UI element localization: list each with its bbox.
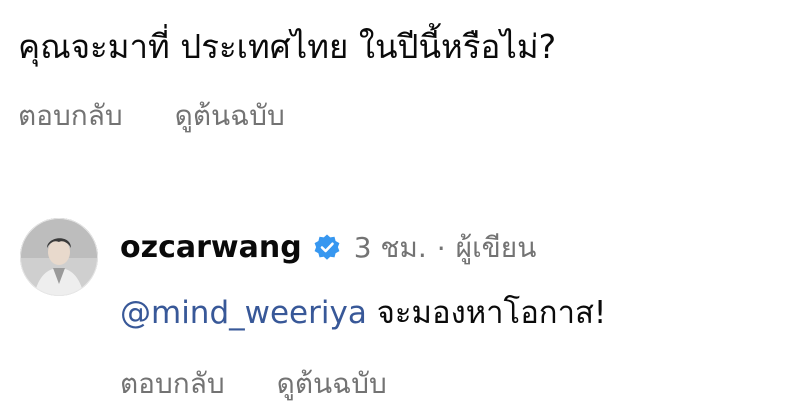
mention-link[interactable]: @mind_weeriya: [120, 295, 367, 331]
reply-button[interactable]: ตอบกลับ: [18, 96, 123, 136]
reply-header: ozcarwang 3 ชม. · ผู้เขียน: [120, 226, 536, 270]
verified-badge-icon: [312, 233, 342, 263]
parent-comment-actions: ตอบกลับ ดูต้นฉบับ: [18, 96, 285, 136]
author-tag: ผู้เขียน: [455, 231, 537, 264]
reply-body: จะมองหาโอกาส!: [366, 295, 607, 331]
avatar-photo: [20, 218, 98, 296]
username[interactable]: ozcarwang: [120, 226, 302, 270]
meta-separator: ·: [436, 231, 446, 265]
avatar[interactable]: [20, 218, 98, 296]
see-translation-button[interactable]: ดูต้นฉบับ: [277, 364, 387, 404]
timestamp: 3 ชม.: [353, 231, 427, 264]
reply-text: @mind_weeriya จะมองหาโอกาส!: [120, 290, 606, 336]
reply-button[interactable]: ตอบกลับ: [120, 364, 225, 404]
parent-comment-text: คุณจะมาที่ ประเทศไทย ในปีนี้หรือไม่?: [18, 27, 557, 66]
reply-comment-actions: ตอบกลับ ดูต้นฉบับ: [120, 364, 387, 404]
see-translation-button[interactable]: ดูต้นฉบับ: [175, 96, 285, 136]
